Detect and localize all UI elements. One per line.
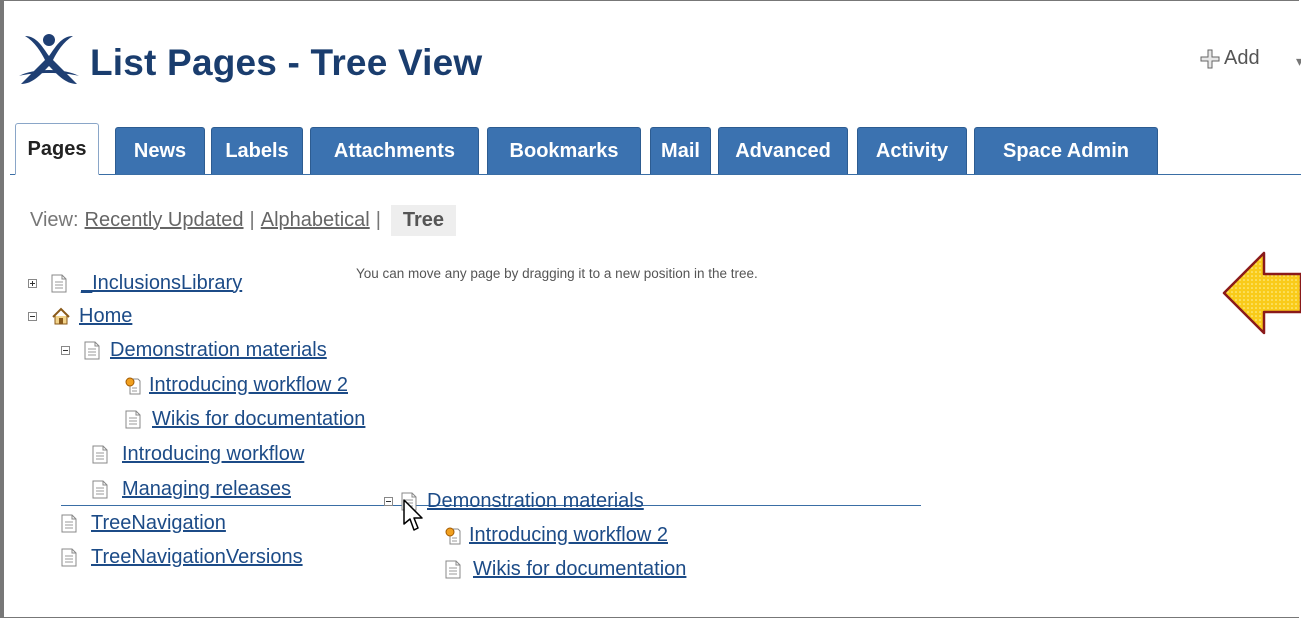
tree-node: Home — [28, 303, 132, 329]
drag-ghost-demonstration-materials: Demonstration materials — [427, 489, 644, 512]
view-switcher: View: Recently Updated | Alphabetical | … — [30, 204, 457, 236]
mouse-cursor-icon — [403, 499, 423, 531]
view-separator: | — [249, 208, 255, 231]
page-icon — [61, 514, 77, 532]
collapse-icon[interactable] — [61, 345, 70, 355]
page-title: List Pages - Tree View — [90, 42, 483, 83]
page-icon — [445, 560, 461, 578]
view-recently-updated-link[interactable]: Recently Updated — [85, 209, 244, 232]
page-link-tree-navigation[interactable]: TreeNavigation — [91, 512, 226, 535]
view-alphabetical-link[interactable]: Alphabetical — [261, 209, 370, 232]
page-link-home[interactable]: Home — [79, 305, 132, 328]
page-link-inclusions-library[interactable]: _InclusionsLibrary — [81, 272, 242, 295]
page-icon — [125, 410, 141, 428]
tab-mail[interactable]: Mail — [650, 127, 711, 174]
page-icon — [61, 548, 77, 566]
collapse-icon[interactable] — [28, 311, 37, 321]
tab-advanced[interactable]: Advanced — [718, 127, 848, 174]
tree-node: Wikis for documentation — [125, 406, 365, 432]
tree-node: TreeNavigation — [61, 510, 226, 536]
workflow-page-icon — [445, 527, 461, 544]
drag-hint: You can move any page by dragging it to … — [356, 266, 758, 281]
tab-labels[interactable]: Labels — [211, 127, 303, 174]
view-label: View: — [30, 208, 79, 231]
page-icon — [92, 480, 108, 498]
tab-activity[interactable]: Activity — [857, 127, 967, 174]
drag-ghost-node: Introducing workflow 2 — [445, 522, 668, 548]
page-link-demonstration-materials[interactable]: Demonstration materials — [110, 339, 327, 362]
page-link-wikis-for-documentation[interactable]: Wikis for documentation — [152, 408, 365, 431]
view-tree-current: Tree — [390, 204, 457, 236]
tab-space-admin[interactable]: Space Admin — [974, 127, 1158, 174]
add-dropdown-caret[interactable]: ▾ — [1296, 53, 1301, 70]
page-link-tree-navigation-versions[interactable]: TreeNavigationVersions — [91, 546, 303, 569]
page-icon — [92, 445, 108, 463]
expand-icon[interactable] — [28, 278, 37, 288]
left-arrow-icon — [1222, 251, 1301, 335]
tree-node: Introducing workflow — [92, 441, 304, 467]
tab-bookmarks[interactable]: Bookmarks — [487, 127, 641, 174]
tab-attachments[interactable]: Attachments — [310, 127, 479, 174]
add-button[interactable]: Add — [1200, 47, 1260, 70]
home-icon — [52, 307, 70, 324]
drag-ghost-node: Wikis for documentation — [445, 556, 686, 582]
add-label: Add — [1224, 47, 1260, 69]
tree-node: Demonstration materials — [61, 337, 327, 363]
page-icon — [51, 274, 67, 292]
page-icon — [84, 341, 100, 359]
view-separator: | — [375, 208, 381, 231]
page-link-managing-releases[interactable]: Managing releases — [122, 478, 291, 501]
drag-ghost-introducing-workflow-2: Introducing workflow 2 — [469, 523, 668, 546]
page-link-introducing-workflow[interactable]: Introducing workflow — [122, 443, 304, 466]
tab-pages[interactable]: Pages — [15, 123, 99, 175]
tree-node: _InclusionsLibrary — [28, 270, 242, 296]
tab-news[interactable]: News — [115, 127, 205, 174]
workflow-page-icon — [125, 377, 141, 394]
plus-icon — [1200, 49, 1220, 68]
tree-node: Managing releases — [92, 476, 291, 502]
collapse-icon — [384, 496, 393, 506]
tree-node: TreeNavigationVersions — [61, 544, 303, 570]
drag-ghost-wikis-for-documentation: Wikis for documentation — [473, 557, 687, 580]
tree-node: Introducing workflow 2 — [125, 372, 348, 398]
tab-bar: Pages News Labels Attachments Bookmarks … — [10, 122, 1301, 175]
confluence-logo-icon — [19, 34, 79, 84]
page-link-introducing-workflow-2[interactable]: Introducing workflow 2 — [149, 374, 348, 397]
